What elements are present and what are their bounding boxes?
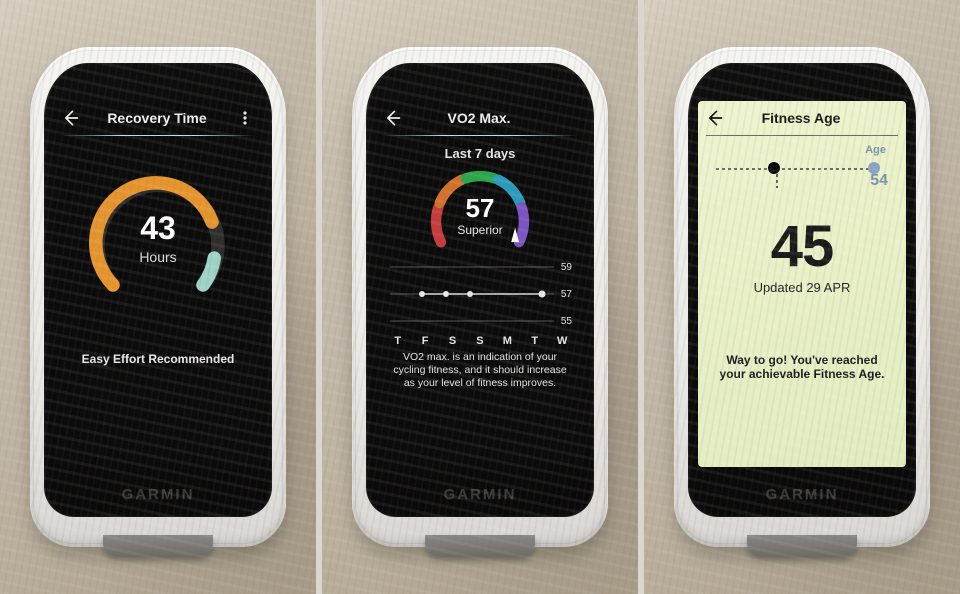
vo2-center: 57 Superior (415, 195, 545, 237)
fitness-updated-label: Updated 29 APR (710, 280, 894, 295)
device-bezel: Recovery Time (44, 63, 272, 517)
vo2-body: Last 7 days (376, 136, 584, 390)
screen-vo2[interactable]: VO2 Max. Last 7 days (376, 101, 584, 467)
fitness-age-value: 45 (710, 218, 894, 276)
brand-label: GARMIN (366, 486, 594, 503)
screen-header: VO2 Max. (376, 101, 584, 135)
panel-recovery: Recovery Time (0, 0, 316, 594)
day-label: T (386, 335, 410, 347)
vo2-label: Superior (415, 223, 545, 237)
actual-age-value: 54 (870, 172, 888, 190)
recovery-value: 43 (140, 210, 176, 247)
gauge-center: 43 Hours (83, 162, 233, 312)
vo2-gauge: 57 Superior (415, 161, 545, 253)
screen-header: Recovery Time (54, 101, 262, 135)
vo2-description: VO2 max. is an indication of your cyclin… (386, 347, 574, 390)
day-label: T (523, 335, 547, 347)
header-title: Fitness Age (724, 110, 878, 126)
device-bezel: Fitness Age Age 54 (688, 63, 916, 517)
day-label: S (441, 335, 465, 347)
ytick-55: 55 (561, 316, 573, 327)
panel-vo2: VO2 Max. Last 7 days (322, 0, 638, 594)
recovery-footer: Easy Effort Recommended (82, 352, 235, 366)
triptych-container: Recovery Time (0, 0, 960, 594)
back-arrow-icon[interactable] (60, 108, 80, 128)
mount-tab (747, 535, 857, 557)
ytick-59: 59 (561, 262, 573, 273)
day-label: F (413, 335, 437, 347)
screen-header: Fitness Age (698, 101, 906, 135)
fitness-value-block: 45 Updated 29 APR (710, 218, 894, 295)
back-arrow-icon[interactable] (382, 108, 402, 128)
device-shell: Recovery Time (30, 47, 286, 547)
slider-current-knob (768, 162, 780, 174)
mount-tab (425, 535, 535, 557)
age-label: Age (865, 144, 886, 156)
mount-tab (103, 535, 213, 557)
vo2-subheading: Last 7 days (445, 146, 516, 161)
vo2-value: 57 (415, 195, 545, 221)
vo2-day-axis: T F S S M T W (384, 335, 576, 347)
slider-axis (716, 168, 874, 170)
screen-recovery[interactable]: Recovery Time (54, 101, 262, 467)
panel-fitness-age: Fitness Age Age 54 (644, 0, 960, 594)
device-shell: VO2 Max. Last 7 days (352, 47, 608, 547)
more-icon[interactable] (234, 110, 256, 126)
brand-label: GARMIN (688, 486, 916, 503)
age-slider: Age 54 (710, 150, 894, 190)
brand-label: GARMIN (44, 486, 272, 503)
recovery-body: 43 Hours Easy Effort Recommended (54, 136, 262, 366)
vo2-trend-chart: 59 57 55 (386, 255, 574, 333)
screen-fitness-age[interactable]: Fitness Age Age 54 (698, 101, 906, 467)
device-bezel: VO2 Max. Last 7 days (366, 63, 594, 517)
header-title: VO2 Max. (402, 110, 556, 126)
day-label: S (468, 335, 492, 347)
header-title: Recovery Time (80, 110, 234, 126)
recovery-unit: Hours (139, 249, 176, 265)
back-arrow-icon[interactable] (704, 108, 724, 128)
day-label: M (496, 335, 520, 347)
device-shell: Fitness Age Age 54 (674, 47, 930, 547)
fitness-footer: Way to go! You've reached your achievabl… (710, 353, 894, 381)
day-label: W (550, 335, 574, 347)
recovery-gauge: 43 Hours (83, 162, 233, 312)
ytick-57: 57 (561, 289, 573, 300)
fitness-body: Age 54 45 Updated 29 APR Way to go! You'… (698, 136, 906, 381)
